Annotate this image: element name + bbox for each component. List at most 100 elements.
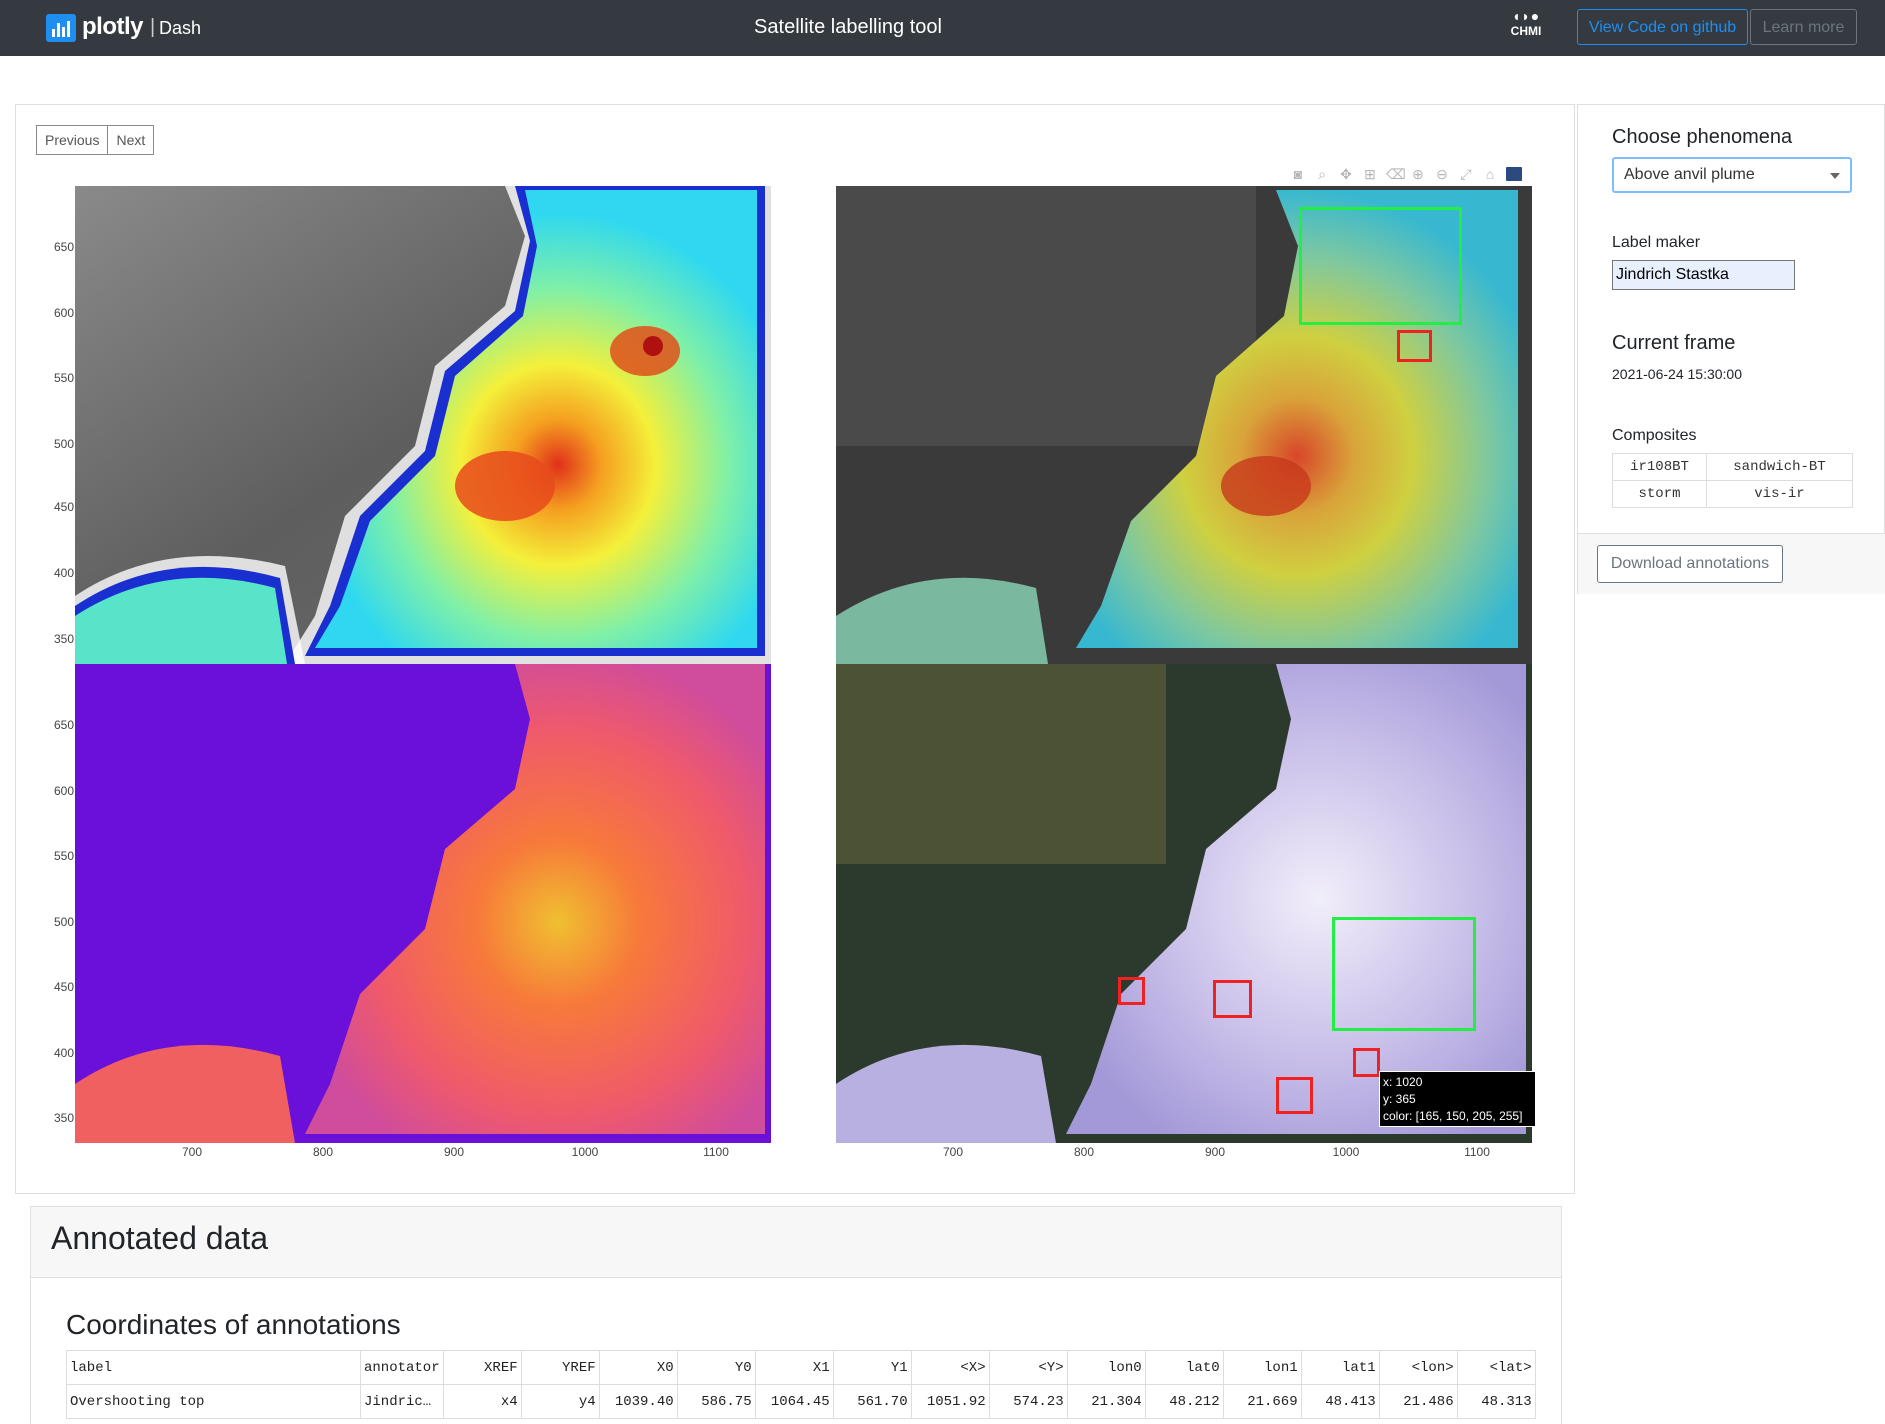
next-button[interactable]: Next — [108, 125, 155, 155]
column-header[interactable]: lon1 — [1222, 1350, 1302, 1385]
y-tick-label: 400 — [53, 1046, 74, 1060]
y-tick-label: 500 — [53, 915, 74, 929]
table-cell[interactable]: 21.486 — [1378, 1384, 1458, 1419]
composite-option[interactable]: vis-ir — [1706, 480, 1853, 508]
annotation-box-plume[interactable] — [1332, 917, 1476, 1031]
y-tick-label: 550 — [53, 371, 74, 385]
column-header[interactable]: <X> — [910, 1350, 990, 1385]
table-cell[interactable]: Overshooting top — [66, 1384, 361, 1419]
annotation-box-overshoot[interactable] — [1213, 980, 1252, 1018]
x-tick-label: 700 — [942, 1145, 964, 1159]
hover-tooltip: x: 1020 y: 365 color: [165, 150, 205, 25… — [1379, 1071, 1536, 1127]
column-header[interactable]: annotator — [360, 1350, 444, 1385]
table-cell[interactable]: 1064.45 — [754, 1384, 834, 1419]
table-cell[interactable]: y4 — [520, 1384, 600, 1419]
hover-y: y: 365 — [1383, 1092, 1416, 1106]
column-header[interactable]: lon0 — [1066, 1350, 1146, 1385]
annotation-box-overshoot[interactable] — [1276, 1077, 1313, 1114]
camera-icon[interactable]: ◙ — [1290, 166, 1306, 182]
zoom-icon[interactable]: ⌕ — [1314, 166, 1330, 182]
table-cell[interactable]: 574.23 — [988, 1384, 1068, 1419]
box-select-icon[interactable]: ⊞ — [1362, 166, 1378, 182]
column-header[interactable]: X1 — [754, 1350, 834, 1385]
download-annotations-button[interactable]: Download annotations — [1597, 545, 1783, 583]
annotation-box-plume[interactable] — [1299, 207, 1462, 325]
composites-table: ir108BT sandwich-BT storm vis-ir — [1612, 453, 1853, 508]
y-tick-label: 600 — [53, 306, 74, 320]
table-cell[interactable]: 21.304 — [1066, 1384, 1146, 1419]
column-header[interactable]: label — [66, 1350, 361, 1385]
table-cell[interactable]: 48.313 — [1456, 1384, 1536, 1419]
zoom-out-icon[interactable]: ⊖ — [1434, 166, 1450, 182]
column-header[interactable]: lat0 — [1144, 1350, 1224, 1385]
panel-storm[interactable] — [75, 664, 771, 1143]
table-cell[interactable]: 1051.92 — [910, 1384, 990, 1419]
current-frame-value: 2021-06-24 15:30:00 — [1612, 366, 1742, 382]
table-cell[interactable]: 586.75 — [676, 1384, 756, 1419]
y-tick-label: 550 — [53, 849, 74, 863]
column-header[interactable]: XREF — [442, 1350, 522, 1385]
label-maker-input[interactable]: Jindrich Stastka — [1612, 260, 1795, 290]
table-cell[interactable]: x4 — [442, 1384, 522, 1419]
y-tick-label: 350 — [53, 1111, 74, 1125]
learn-more-button[interactable]: Learn more — [1750, 9, 1857, 45]
y-tick-label: 400 — [53, 566, 74, 580]
erase-icon[interactable]: ⌫ — [1386, 166, 1406, 182]
annotation-box-overshoot[interactable] — [1118, 977, 1145, 1005]
column-header[interactable]: Y1 — [832, 1350, 912, 1385]
navbar: plotly | Dash Satellite labelling tool ◖… — [0, 0, 1885, 56]
chmi-logo-text: CHMI — [1510, 24, 1542, 38]
x-tick-label: 800 — [1073, 1145, 1095, 1159]
previous-button[interactable]: Previous — [36, 125, 109, 155]
app-title: Satellite labelling tool — [754, 16, 942, 38]
x-tick-label: 900 — [443, 1145, 465, 1159]
composite-option[interactable]: ir108BT — [1612, 453, 1707, 481]
y-tick-label: 500 — [53, 437, 74, 451]
table-cell[interactable]: 1039.40 — [598, 1384, 678, 1419]
phenomena-heading: Choose phenomena — [1612, 126, 1793, 148]
composite-option[interactable]: storm — [1612, 480, 1707, 508]
reset-axes-icon[interactable]: ⌂ — [1482, 166, 1498, 182]
annotation-box-overshoot[interactable] — [1353, 1048, 1380, 1077]
table-cell[interactable]: 21.669 — [1222, 1384, 1302, 1419]
column-header[interactable]: <Y> — [988, 1350, 1068, 1385]
view-code-github-button[interactable]: View Code on github — [1577, 9, 1748, 45]
x-tick-label: 1100 — [1464, 1145, 1490, 1159]
column-header[interactable]: YREF — [520, 1350, 600, 1385]
chmi-logo: ◖◗● CHMI — [1504, 8, 1548, 42]
current-frame-heading: Current frame — [1612, 332, 1736, 354]
composite-option[interactable]: sandwich-BT — [1706, 453, 1853, 481]
hover-x: x: 1020 — [1383, 1075, 1423, 1089]
table-cell[interactable]: 48.413 — [1300, 1384, 1380, 1419]
column-header[interactable]: lat1 — [1300, 1350, 1380, 1385]
composites-heading: Composites — [1612, 427, 1697, 444]
panel-sandwich-bt[interactable] — [836, 186, 1532, 664]
column-header[interactable]: <lon> — [1378, 1350, 1458, 1385]
coordinates-table: label annotator XREF YREF X0 Y0 X1 Y1 <X… — [66, 1350, 1536, 1419]
y-tick-label: 650 — [53, 240, 74, 254]
table-row[interactable]: Overshooting top Jindric… x4 y4 1039.40 … — [66, 1384, 1536, 1419]
y-tick-label: 350 — [53, 632, 74, 646]
x-tick-label: 1100 — [703, 1145, 729, 1159]
pan-icon[interactable]: ✥ — [1338, 166, 1354, 182]
panel-ir108bt[interactable] — [75, 186, 771, 664]
plotly-logo-icon[interactable] — [1506, 167, 1522, 181]
column-header[interactable]: X0 — [598, 1350, 678, 1385]
phenomena-selected: Above anvil plume — [1624, 166, 1755, 183]
y-tick-label: 600 — [53, 784, 74, 798]
column-header[interactable]: Y0 — [676, 1350, 756, 1385]
x-tick-label: 1000 — [571, 1145, 599, 1159]
x-tick-label: 900 — [1204, 1145, 1226, 1159]
column-header[interactable]: <lat> — [1456, 1350, 1536, 1385]
plot-modebar: ◙ ⌕ ✥ ⊞ ⌫ ⊕ ⊖ ⤢ ⌂ — [1290, 164, 1522, 184]
hover-color: color: [165, 150, 205, 255] — [1383, 1109, 1523, 1123]
phenomena-dropdown[interactable]: Above anvil plume — [1612, 157, 1852, 193]
annotated-data-title: Annotated data — [51, 1220, 269, 1256]
table-header-row: label annotator XREF YREF X0 Y0 X1 Y1 <X… — [66, 1350, 1536, 1385]
annotation-box-overshoot[interactable] — [1397, 330, 1432, 362]
table-cell[interactable]: 48.212 — [1144, 1384, 1224, 1419]
table-cell[interactable]: 561.70 — [832, 1384, 912, 1419]
autoscale-icon[interactable]: ⤢ — [1458, 166, 1474, 182]
zoom-in-icon[interactable]: ⊕ — [1410, 166, 1426, 182]
table-cell[interactable]: Jindric… — [360, 1384, 444, 1419]
